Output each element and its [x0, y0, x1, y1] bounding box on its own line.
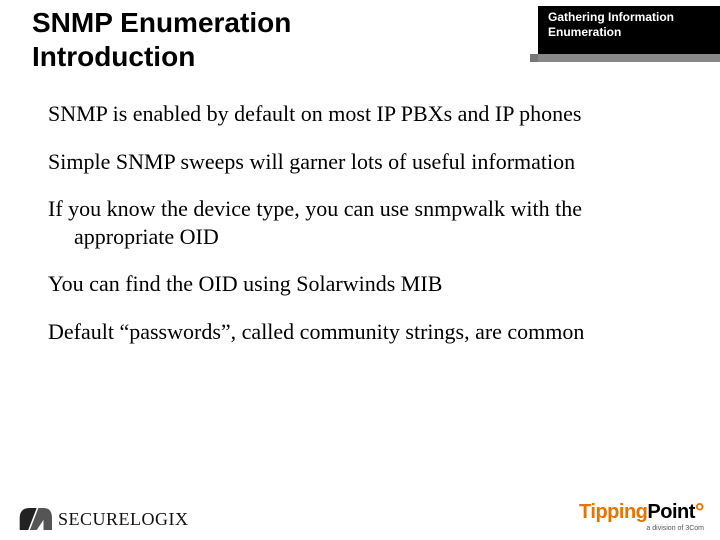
slide-header: SNMP Enumeration Introduction Gathering … — [0, 0, 720, 80]
chapter-tab: Gathering Information Enumeration — [538, 6, 720, 54]
tab-notch — [538, 54, 720, 62]
tippingpoint-logo: TippingPoint° a division of 3Com — [579, 499, 704, 532]
title-line-2: Introduction — [32, 41, 195, 72]
tp-tipping: Tipping — [579, 501, 647, 523]
bullet-4: You can find the OID using Solarwinds MI… — [48, 270, 680, 298]
bullet-1: SNMP is enabled by default on most IP PB… — [48, 100, 680, 128]
slide-footer: SECURELOGIX TippingPoint° a division of … — [0, 492, 720, 540]
slide-title: SNMP Enumeration Introduction — [32, 6, 291, 73]
title-line-1: SNMP Enumeration — [32, 7, 291, 38]
slide-body: SNMP is enabled by default on most IP PB… — [0, 80, 720, 345]
bullet-2: Simple SNMP sweeps will garner lots of u… — [48, 148, 680, 176]
chapter-line-2: Enumeration — [548, 25, 621, 39]
securelogix-wordmark: SECURELOGIX — [58, 509, 189, 530]
slide: SNMP Enumeration Introduction Gathering … — [0, 0, 720, 540]
sl-ogix: OGIX — [142, 509, 189, 529]
sl-l: L — [130, 509, 142, 529]
securelogix-icon — [18, 506, 52, 532]
chapter-line-1: Gathering Information — [548, 10, 674, 24]
bullet-3: If you know the device type, you can use… — [48, 195, 680, 250]
sl-ecure: ECURE — [69, 509, 131, 529]
tp-dot-icon: ° — [695, 499, 704, 526]
bullet-5: Default “passwords”, called community st… — [48, 318, 680, 346]
tp-point: Point — [647, 501, 695, 523]
securelogix-logo: SECURELOGIX — [18, 506, 189, 532]
sl-s: S — [58, 509, 69, 529]
tippingpoint-wordmark: TippingPoint° — [579, 499, 704, 527]
